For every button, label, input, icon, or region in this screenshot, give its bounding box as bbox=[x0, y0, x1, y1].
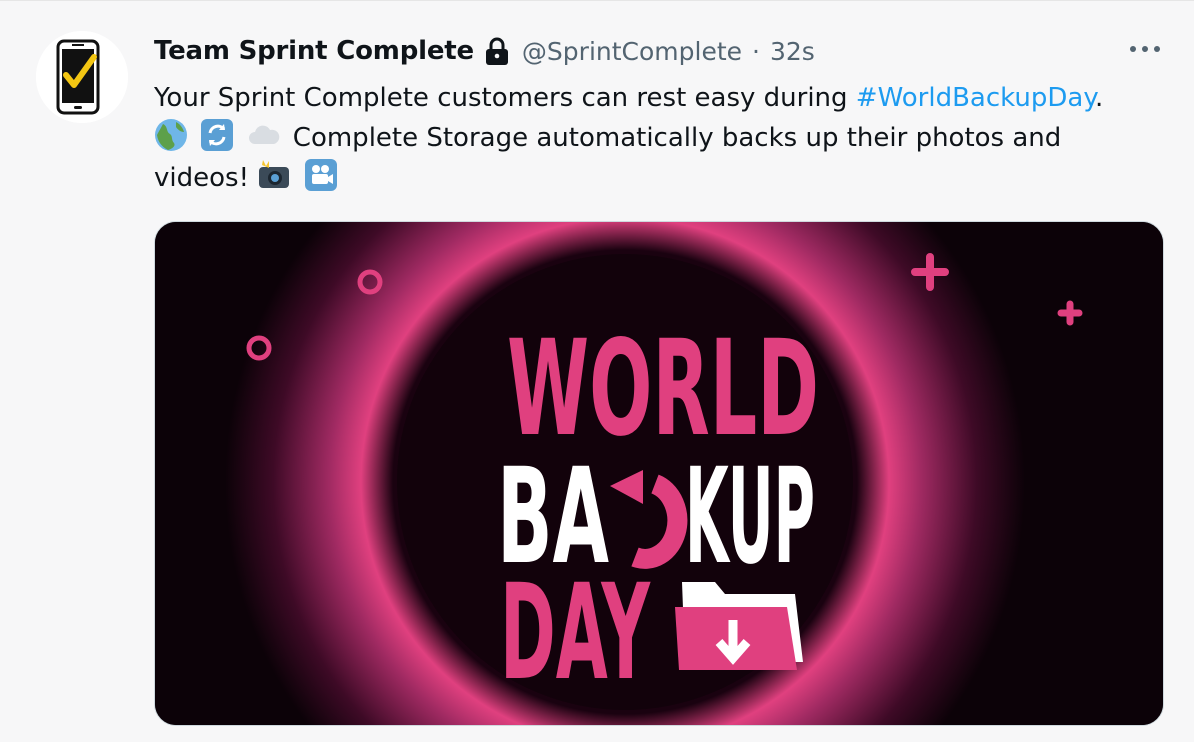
tweet-text-part: Your Sprint Complete customers can rest … bbox=[154, 83, 856, 113]
display-name[interactable]: Team Sprint Complete bbox=[154, 36, 474, 66]
globe-icon bbox=[154, 118, 188, 152]
image-line3: DAY bbox=[500, 556, 651, 710]
tweet-text-part: . bbox=[1095, 83, 1104, 113]
phone-check-icon bbox=[36, 31, 128, 123]
hashtag-link[interactable]: #WorldBackupDay bbox=[856, 83, 1095, 113]
image-line2-part2: KUP bbox=[685, 440, 815, 594]
folder-download-icon bbox=[675, 582, 803, 670]
world-backup-day-graphic: WORLD BA KUP DAY bbox=[155, 222, 1163, 725]
tweet-image[interactable]: WORLD BA KUP DAY bbox=[154, 221, 1164, 726]
lock-icon bbox=[482, 35, 512, 67]
tweet-header: Team Sprint Complete @SprintComplete · 3… bbox=[154, 31, 815, 71]
tweet-text: Your Sprint Complete customers can rest … bbox=[154, 79, 1164, 198]
movie-camera-icon bbox=[304, 158, 338, 192]
more-icon[interactable] bbox=[1126, 37, 1164, 65]
handle[interactable]: @SprintComplete bbox=[522, 37, 742, 66]
tweet-card[interactable]: Team Sprint Complete @SprintComplete · 3… bbox=[0, 0, 1194, 742]
refresh-icon bbox=[200, 118, 234, 152]
avatar[interactable] bbox=[36, 31, 128, 123]
separator: · bbox=[752, 36, 760, 66]
camera-flash-icon bbox=[257, 158, 291, 192]
timestamp[interactable]: 32s bbox=[770, 37, 815, 66]
cloud-icon bbox=[247, 118, 281, 152]
